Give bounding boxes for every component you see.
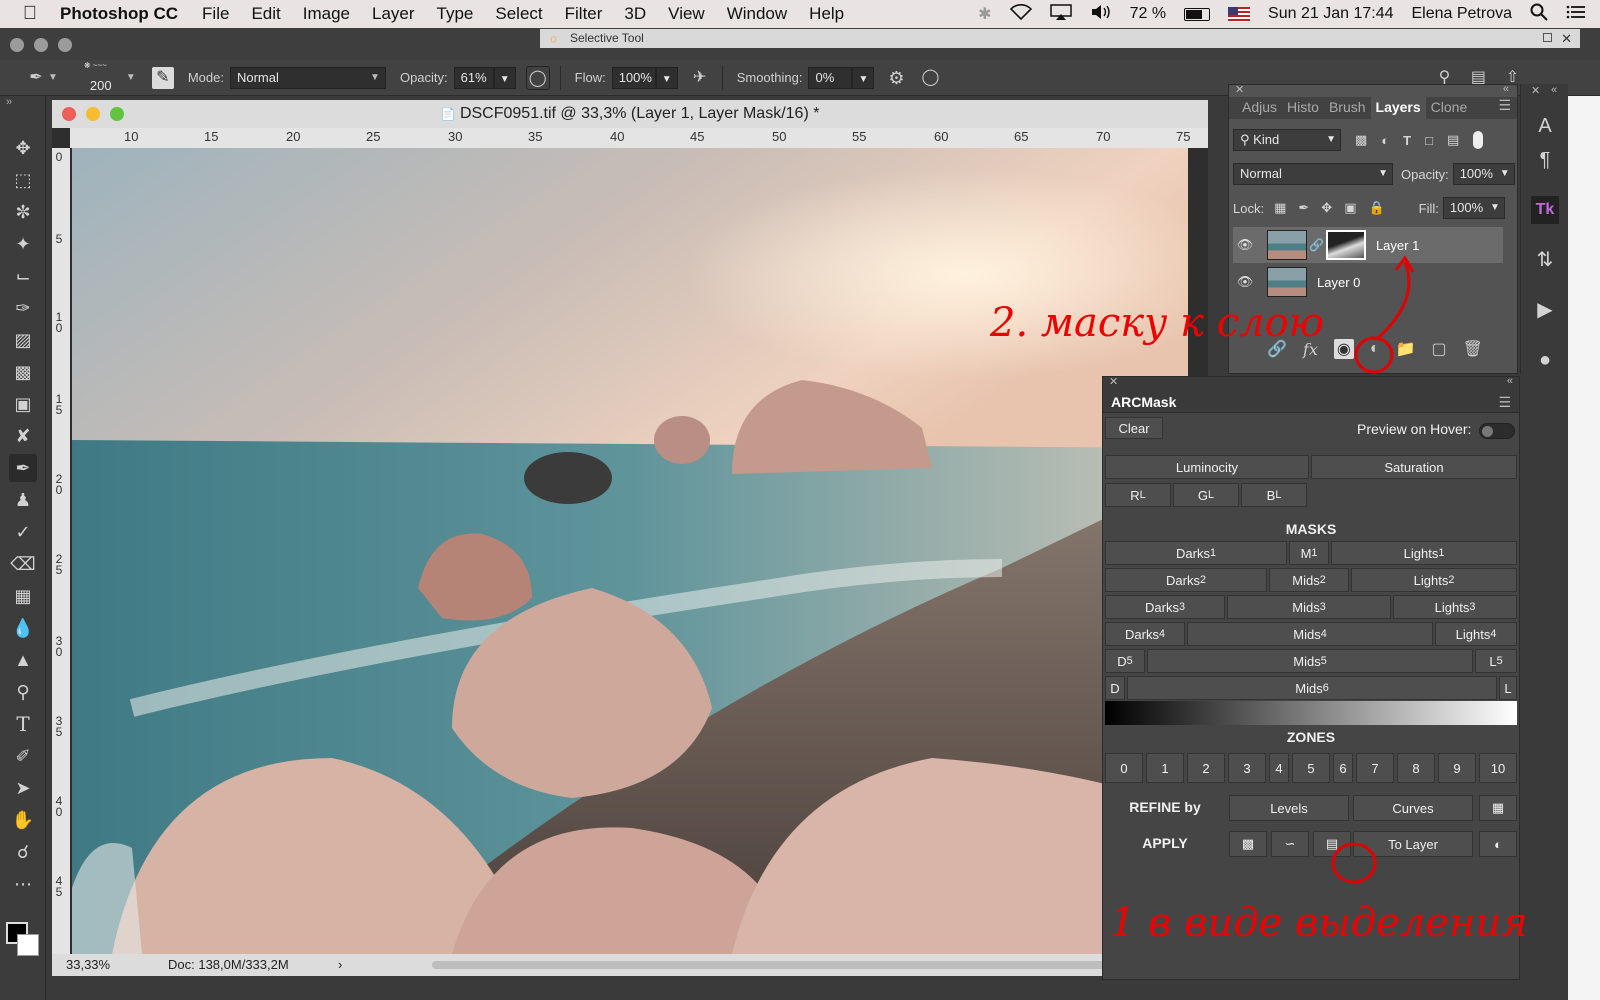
circle-apply-selection	[1331, 842, 1377, 884]
arrow-to-mask	[1376, 261, 1411, 340]
circle-add-mask	[1354, 336, 1394, 374]
arrow-head	[1394, 255, 1415, 273]
annotation-step-2: 2. маску к слою	[990, 300, 1324, 346]
annotation-strokes	[1331, 255, 1415, 884]
annotation-step-1: 1 в виде выделения	[1110, 900, 1528, 946]
